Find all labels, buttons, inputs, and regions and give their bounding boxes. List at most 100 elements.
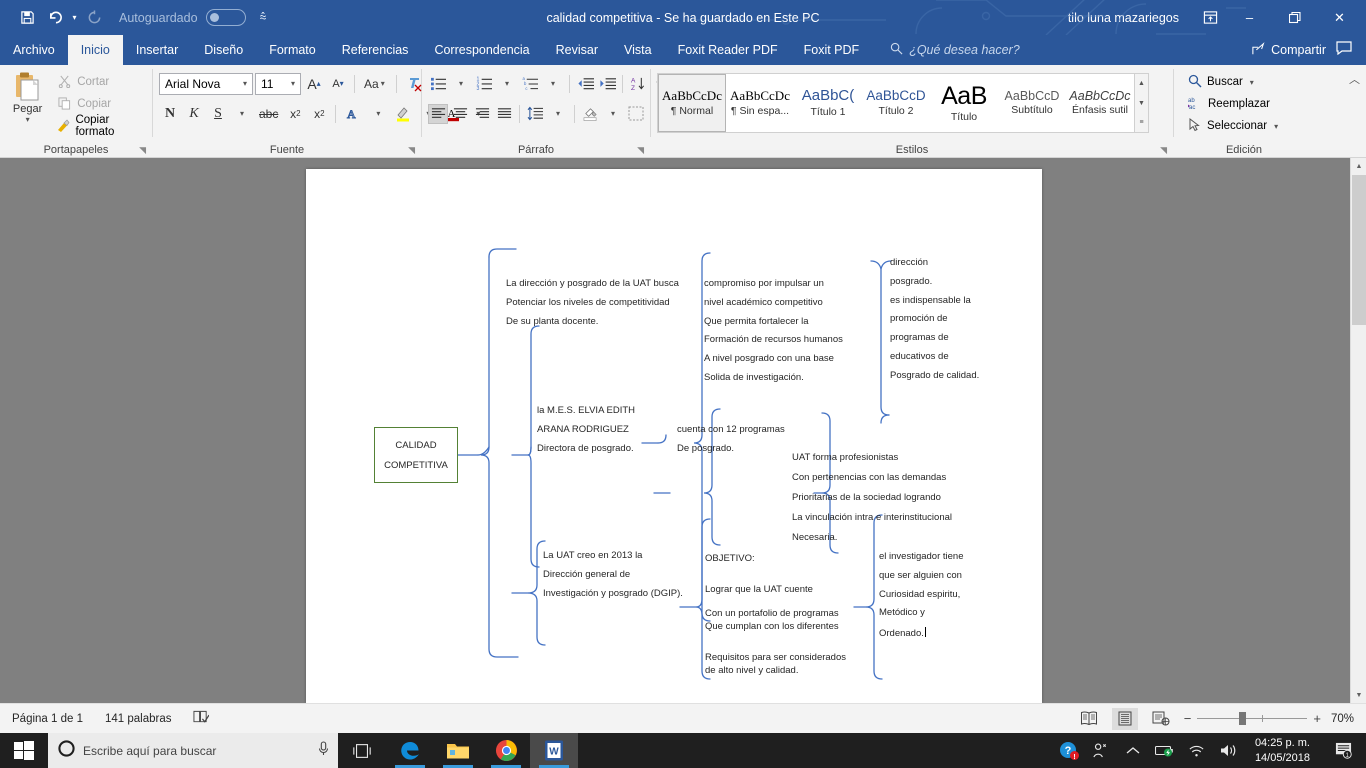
node-direccion-posgrado[interactable]: dirección posgrado. es indispensable la … xyxy=(890,258,979,390)
undo-icon[interactable] xyxy=(42,6,68,30)
font-size-combo[interactable]: 11 ▾ xyxy=(255,72,301,95)
task-view-icon[interactable] xyxy=(338,733,386,768)
style-sin-espaciado[interactable]: AaBbCcDc ¶ Sin espa... xyxy=(726,74,794,132)
notifications-icon[interactable]: 1 xyxy=(1326,742,1360,759)
close-button[interactable]: ✕ xyxy=(1317,0,1362,35)
tab-insertar[interactable]: Insertar xyxy=(123,35,191,65)
node-investigador[interactable]: el investigador tiene que ser alguien co… xyxy=(879,552,964,648)
select-caret-icon[interactable]: ▾ xyxy=(1272,122,1280,131)
superscript-button[interactable]: x2 xyxy=(308,103,330,125)
zoom-track[interactable] xyxy=(1197,712,1308,725)
volume-icon[interactable] xyxy=(1219,743,1239,758)
gallery-scroll-down-icon[interactable]: ▼ xyxy=(1135,94,1148,113)
node-dgip[interactable]: La UAT creo en 2013 la Dirección general… xyxy=(543,551,683,607)
line-spacing-caret-icon[interactable]: ▾ xyxy=(547,103,569,125)
node-direccion-posgrado-busca[interactable]: La dirección y posgrado de la UAT busca … xyxy=(506,279,679,335)
line-spacing-icon[interactable] xyxy=(525,104,545,124)
zoom-thumb[interactable] xyxy=(1239,712,1247,725)
underline-dropdown-caret-icon[interactable]: ▾ xyxy=(231,103,253,125)
borders-icon[interactable] xyxy=(626,104,646,124)
bullets-caret-icon[interactable]: ▾ xyxy=(450,73,472,95)
tab-foxit-pdf[interactable]: Foxit PDF xyxy=(791,35,873,65)
collapse-ribbon-icon[interactable]: ︿ xyxy=(1349,71,1360,87)
word-icon[interactable]: W xyxy=(530,733,578,768)
root-node-calidad-competitiva[interactable]: CALIDAD COMPETITIVA xyxy=(374,427,458,483)
find-button[interactable]: Buscar ▾ xyxy=(1184,71,1260,93)
cut-button[interactable]: Cortar xyxy=(53,71,146,92)
zoom-out-button[interactable]: − xyxy=(1184,711,1192,726)
share-button[interactable]: Compartir xyxy=(1252,41,1326,59)
restore-button[interactable] xyxy=(1272,0,1317,35)
style-titulo-2[interactable]: AaBbCcD Título 2 xyxy=(862,74,930,132)
underline-button[interactable]: S xyxy=(207,103,229,125)
styles-gallery-scroll[interactable]: ▲ ▼ ≡ xyxy=(1134,74,1148,132)
multilevel-list-icon[interactable]: abc xyxy=(520,74,540,94)
format-painter-button[interactable]: Copiar formato xyxy=(53,114,146,138)
search-input[interactable]: Escribe aquí para buscar xyxy=(48,733,338,768)
clipboard-dialog-launcher-icon[interactable]: ◥ xyxy=(139,145,146,156)
justify-icon[interactable] xyxy=(494,104,514,124)
copy-button[interactable]: Copiar xyxy=(53,93,146,114)
style-normal[interactable]: AaBbCcDc ¶ Normal xyxy=(658,74,726,132)
numbering-icon[interactable]: 123 xyxy=(474,74,494,94)
select-button[interactable]: Seleccionar ▾ xyxy=(1184,115,1284,137)
align-right-icon[interactable] xyxy=(472,104,492,124)
tab-archivo[interactable]: Archivo xyxy=(0,35,68,65)
print-layout-icon[interactable] xyxy=(1111,707,1138,730)
paragraph-dialog-launcher-icon[interactable]: ◥ xyxy=(637,145,644,156)
document-page[interactable]: CALIDAD COMPETITIVA La dirección y posgr… xyxy=(306,169,1042,703)
subscript-button[interactable]: x2 xyxy=(284,103,306,125)
wifi-icon[interactable] xyxy=(1187,744,1207,758)
zoom-slider[interactable]: − + xyxy=(1184,711,1321,726)
tab-vista[interactable]: Vista xyxy=(611,35,665,65)
grow-font-button[interactable]: A ▴ xyxy=(303,73,325,95)
windows-start-icon[interactable] xyxy=(0,733,48,768)
style-enfasis-sutil[interactable]: AaBbCcDc Énfasis sutil xyxy=(1066,74,1134,132)
tab-diseno[interactable]: Diseño xyxy=(191,35,256,65)
paste-button[interactable]: Pegar ▾ xyxy=(6,69,49,124)
zoom-in-button[interactable]: + xyxy=(1313,711,1321,726)
multilevel-caret-icon[interactable]: ▾ xyxy=(542,73,564,95)
highlight-color-icon[interactable] xyxy=(391,103,415,125)
comments-icon[interactable] xyxy=(1336,40,1352,60)
shading-caret-icon[interactable]: ▾ xyxy=(602,103,624,125)
node-compromiso[interactable]: compromiso por impulsar un nivel académi… xyxy=(704,279,843,392)
tab-formato[interactable]: Formato xyxy=(256,35,329,65)
styles-dialog-launcher-icon[interactable]: ◥ xyxy=(1160,145,1167,156)
autosave-control[interactable]: Autoguardado xyxy=(119,9,246,26)
file-explorer-icon[interactable] xyxy=(434,733,482,768)
tell-me-search[interactable]: ¿Qué desea hacer? xyxy=(872,35,1020,65)
vertical-scrollbar[interactable]: ▲ ▼ xyxy=(1350,158,1366,703)
tab-foxit-reader-pdf[interactable]: Foxit Reader PDF xyxy=(665,35,791,65)
scrollbar-thumb[interactable] xyxy=(1352,175,1366,325)
bullets-icon[interactable] xyxy=(428,74,448,94)
tab-correspondencia[interactable]: Correspondencia xyxy=(421,35,542,65)
increase-indent-icon[interactable] xyxy=(597,74,617,94)
tab-referencias[interactable]: Referencias xyxy=(329,35,422,65)
align-left-icon[interactable] xyxy=(428,103,448,124)
autosave-toggle[interactable] xyxy=(205,9,246,26)
people-icon[interactable] xyxy=(1091,742,1111,759)
proofing-status-icon[interactable] xyxy=(193,710,210,727)
customize-quick-access-icon[interactable]: ⩯ xyxy=(260,10,267,25)
font-dialog-launcher-icon[interactable]: ◥ xyxy=(408,145,415,156)
read-mode-icon[interactable] xyxy=(1076,708,1102,730)
node-profesionistas[interactable]: UAT forma profesionistas Con pertenencia… xyxy=(792,448,952,548)
undo-dropdown-caret-icon[interactable]: ▾ xyxy=(70,6,79,30)
gallery-scroll-up-icon[interactable]: ▲ xyxy=(1135,74,1148,93)
text-effects-caret-icon[interactable]: ▾ xyxy=(367,103,389,125)
replace-button[interactable]: ab ac Reemplazar xyxy=(1184,93,1274,115)
text-effects-icon[interactable]: A xyxy=(341,103,365,125)
web-layout-icon[interactable] xyxy=(1148,708,1174,730)
page-indicator[interactable]: Página 1 de 1 xyxy=(12,713,83,725)
help-alert-icon[interactable]: ?! xyxy=(1059,741,1079,761)
shading-icon[interactable] xyxy=(580,104,600,124)
taskbar-clock[interactable]: 04:25 p. m. 14/05/2018 xyxy=(1251,736,1314,766)
zoom-level-label[interactable]: 70% xyxy=(1331,713,1354,725)
style-titulo-1[interactable]: AaBbC( Título 1 xyxy=(794,74,862,132)
microphone-icon[interactable] xyxy=(317,740,330,761)
sort-icon[interactable]: AZ xyxy=(628,74,648,94)
save-icon[interactable] xyxy=(14,6,40,30)
battery-icon[interactable] xyxy=(1154,744,1175,757)
chrome-icon[interactable] xyxy=(482,733,530,768)
